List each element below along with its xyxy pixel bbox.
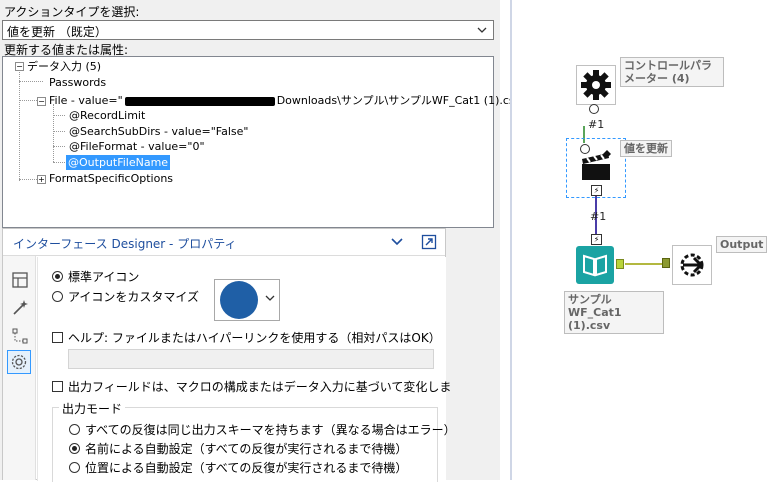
collapse-toggle[interactable]: − — [37, 97, 46, 106]
designer-properties: 標準アイコン アイコンをカスタマイズ ヘルプ: ファイルまたはハイパーリンクを使… — [37, 257, 456, 482]
connector-2-label: #1 — [590, 210, 607, 223]
gear-icon — [11, 354, 27, 370]
action-type-value: 値を更新 （既定） — [7, 25, 107, 39]
designer-title: インターフェース Designer - プロパティ — [13, 237, 237, 251]
gear-icon — [581, 70, 611, 100]
mode-by-position-radio[interactable] — [69, 462, 80, 473]
mode-same-schema-label: すべての反復は同じ出力スキーマを持ちます（異なる場合はエラー） — [85, 423, 456, 437]
help-checkbox[interactable] — [52, 332, 63, 343]
macro-output-tool[interactable] — [672, 245, 712, 285]
tree-node-record-limit[interactable]: @RecordLimit — [69, 108, 145, 123]
properties-tab[interactable] — [7, 350, 31, 374]
chevron-down-icon — [477, 27, 487, 33]
mode-by-name-radio[interactable] — [69, 443, 80, 454]
help-label: ヘルプ: ファイルまたはハイパーリンクを使用する（相対パスはOK） — [68, 331, 441, 345]
tree-node-file-format[interactable]: @FileFormat - value="0" — [69, 139, 205, 154]
help-file-field[interactable] — [68, 349, 434, 369]
expand-toggle[interactable]: + — [37, 175, 46, 184]
input-anchor[interactable] — [662, 258, 670, 268]
output-mode-label: 出力モード — [59, 400, 126, 417]
icon-standard-label: 標準アイコン — [68, 270, 140, 284]
tree-connector-icon[interactable] — [10, 326, 30, 346]
mode-by-position-label: 位置による自動設定（すべての反復が実行されるまで待機） — [85, 461, 408, 475]
macro-output-label: Output — [716, 236, 768, 253]
interface-designer-panel: インターフェース Designer - プロパティ 標準アイコン アイコンをカス… — [2, 228, 456, 482]
tree-node-passwords[interactable]: Passwords — [49, 75, 106, 90]
control-parameter-label: コントロールパラ メーター (4) — [620, 57, 724, 87]
update-value-tool[interactable] — [580, 150, 614, 184]
file-value-prefix: File - value=" — [49, 94, 123, 107]
tree-node-search-subdirs[interactable]: @SearchSubDirs - value="False" — [69, 124, 248, 139]
designer-header: インターフェース Designer - プロパティ — [3, 229, 445, 256]
action-type-label: アクションタイプを選択: — [4, 5, 140, 19]
layout-icon[interactable] — [10, 270, 30, 290]
lightning-anchor-icon[interactable]: ⚡ — [591, 234, 602, 245]
file-value-suffix: Downloads\サンプル\サンプルWF_Cat1 (1).csv" — [276, 94, 527, 107]
icon-custom-radio[interactable] — [52, 291, 63, 302]
lightning-anchor-icon[interactable]: ⚡ — [591, 185, 602, 196]
mode-same-schema-radio[interactable] — [69, 424, 80, 435]
output-anchor[interactable] — [616, 259, 624, 269]
workflow-canvas[interactable]: コントロールパラ メーター (4) #1 ⚡ 値を更新 #1 ⚡ サンプルWF_… — [512, 0, 784, 480]
tree-node-file[interactable]: File - value=" Downloads\サンプル\サンプルWF_Cat1… — [49, 93, 526, 108]
designer-icon-rail — [3, 256, 36, 480]
undock-icon[interactable] — [421, 234, 437, 250]
redacted-path — [124, 96, 275, 106]
action-type-dropdown[interactable]: 値を更新 （既定） — [2, 20, 494, 40]
input-data-label: サンプルWF_Cat1 (1).csv — [564, 291, 664, 334]
magic-wand-icon[interactable] — [10, 298, 30, 318]
mode-by-name-label: 名前による自動設定（すべての反復が実行されるまで待機） — [85, 442, 408, 456]
control-parameter-tool[interactable] — [576, 65, 616, 105]
tree-node-data-input[interactable]: データ入力 (5) — [27, 59, 101, 74]
book-icon — [583, 254, 607, 277]
update-value-label: 値を更新 — [620, 140, 672, 157]
collapse-toggle[interactable]: − — [15, 62, 24, 71]
icon-standard-radio[interactable] — [52, 271, 63, 282]
output-fields-checkbox[interactable] — [52, 381, 63, 392]
parameter-anchor[interactable] — [589, 104, 599, 114]
clapperboard-icon — [582, 150, 611, 180]
icon-color-picker[interactable] — [214, 279, 280, 321]
configuration-pane: アクションタイプを選択: 値を更新 （既定） 更新する値または属性: − データ… — [0, 0, 526, 482]
chevron-down-icon[interactable] — [391, 237, 403, 247]
attribute-tree: − データ入力 (5) Passwords − File - value=" Do… — [2, 56, 526, 228]
input-data-tool[interactable] — [576, 246, 614, 284]
output-gear-icon — [680, 253, 704, 277]
icon-custom-label: アイコンをカスタマイズ — [68, 290, 200, 304]
output-mode-group: 出力モード すべての反復は同じ出力スキーマを持ちます（異なる場合はエラー） 名前… — [52, 400, 456, 482]
output-fields-label: 出力フィールドは、マクロの構成またはデータ入力に基づいて変化しま — [68, 380, 452, 394]
tree-node-output-file-name[interactable]: @OutputFileName — [66, 155, 171, 170]
connector-1-label: #1 — [588, 118, 605, 131]
tree-node-format-specific-options[interactable]: FormatSpecificOptions — [49, 171, 173, 186]
color-swatch — [220, 281, 275, 319]
